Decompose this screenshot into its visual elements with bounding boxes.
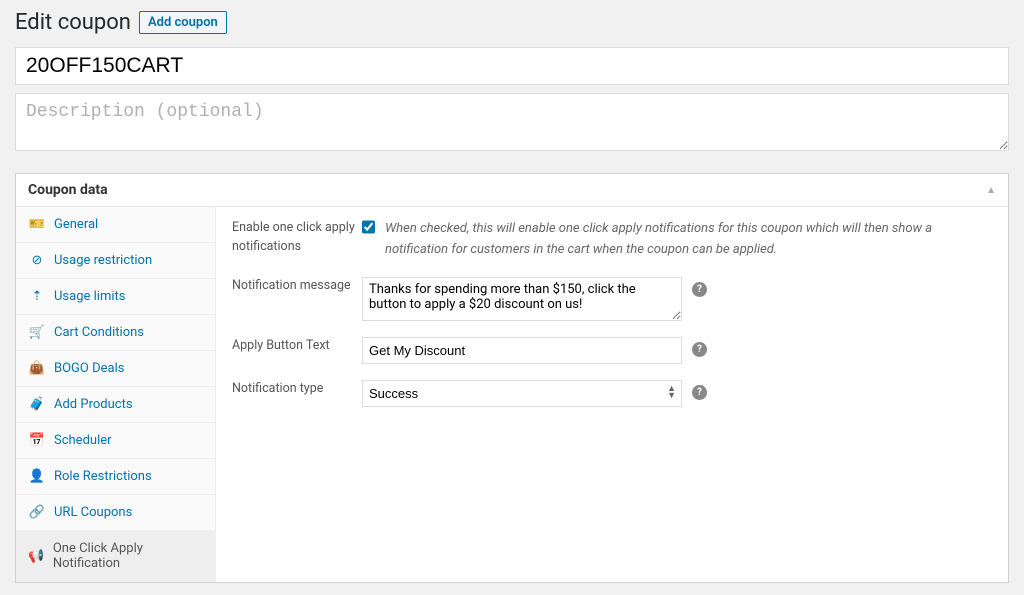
sidebar-item-usage-limits-icon: ⇡ — [28, 289, 46, 304]
enable-label: Enable one click apply notifications — [232, 219, 362, 257]
sidebar-item-scheduler-icon: 📅 — [28, 433, 46, 448]
sidebar-item-label: Add Products — [54, 397, 133, 412]
sidebar-item-url-coupons-icon: 🔗 — [28, 505, 46, 520]
sidebar-item-usage-restriction-icon: ⊘ — [28, 253, 46, 268]
sidebar-item-label: Cart Conditions — [54, 325, 144, 340]
sidebar-item-label: BOGO Deals — [54, 361, 124, 376]
side-tabs: 🎫 General ⊘ Usage restriction ⇡ Usage limits 🛒… — [16, 207, 216, 582]
sidebar-item-cart-conditions-icon: 🛒 — [28, 325, 46, 340]
enable-checkbox[interactable] — [362, 219, 375, 235]
coupon-code-input[interactable] — [15, 47, 1009, 85]
sidebar-item-general-icon: 🎫 — [28, 217, 46, 232]
sidebar-item-label: One Click Apply Notification — [53, 541, 203, 571]
help-icon[interactable]: ? — [692, 342, 707, 357]
sidebar-item-scheduler[interactable]: 📅 Scheduler — [16, 423, 215, 459]
sidebar-item-label: Role Restrictions — [54, 469, 152, 484]
coupon-data-panel: Coupon data ▲ 🎫 General ⊘ Usage restriction… — [15, 173, 1009, 583]
button-text-label: Apply Button Text — [232, 337, 362, 356]
message-label: Notification message — [232, 277, 362, 296]
sidebar-item-usage-limits[interactable]: ⇡ Usage limits — [16, 279, 215, 315]
sidebar-item-label: General — [54, 217, 98, 232]
enable-help-text: When checked, this will enable one click… — [385, 219, 992, 261]
sidebar-item-role-restrictions-icon: 👤 — [28, 469, 46, 484]
help-icon[interactable]: ? — [692, 282, 707, 297]
sidebar-item-one-click-apply[interactable]: 📢 One Click Apply Notification — [16, 531, 215, 582]
sidebar-item-label: Scheduler — [54, 433, 112, 448]
sidebar-item-add-products[interactable]: 🧳 Add Products — [16, 387, 215, 423]
page-title: Edit coupon — [15, 10, 131, 35]
notification-message-textarea[interactable]: Thanks for spending more than $150, clic… — [362, 277, 682, 321]
help-icon[interactable]: ? — [692, 385, 707, 400]
sidebar-item-add-products-icon: 🧳 — [28, 397, 46, 412]
add-coupon-button[interactable]: Add coupon — [139, 11, 227, 34]
type-label: Notification type — [232, 380, 362, 399]
sidebar-item-label: URL Coupons — [54, 505, 132, 520]
sidebar-item-bogo-deals-icon: 👜 — [28, 361, 46, 376]
sidebar-item-url-coupons[interactable]: 🔗 URL Coupons — [16, 495, 215, 531]
panel-title: Coupon data — [28, 182, 108, 198]
notification-type-select[interactable]: Success — [362, 380, 682, 407]
sidebar-item-usage-restriction[interactable]: ⊘ Usage restriction — [16, 243, 215, 279]
sidebar-item-label: Usage restriction — [54, 253, 152, 268]
collapse-toggle-icon[interactable]: ▲ — [986, 185, 996, 196]
tab-content: Enable one click apply notifications Whe… — [216, 207, 1008, 582]
apply-button-text-input[interactable] — [362, 337, 682, 364]
sidebar-item-label: Usage limits — [54, 289, 125, 304]
sidebar-item-role-restrictions[interactable]: 👤 Role Restrictions — [16, 459, 215, 495]
sidebar-item-cart-conditions[interactable]: 🛒 Cart Conditions — [16, 315, 215, 351]
sidebar-item-general[interactable]: 🎫 General — [16, 207, 215, 243]
sidebar-item-bogo-deals[interactable]: 👜 BOGO Deals — [16, 351, 215, 387]
description-textarea[interactable] — [15, 93, 1009, 151]
sidebar-item-one-click-apply-icon: 📢 — [28, 549, 45, 564]
